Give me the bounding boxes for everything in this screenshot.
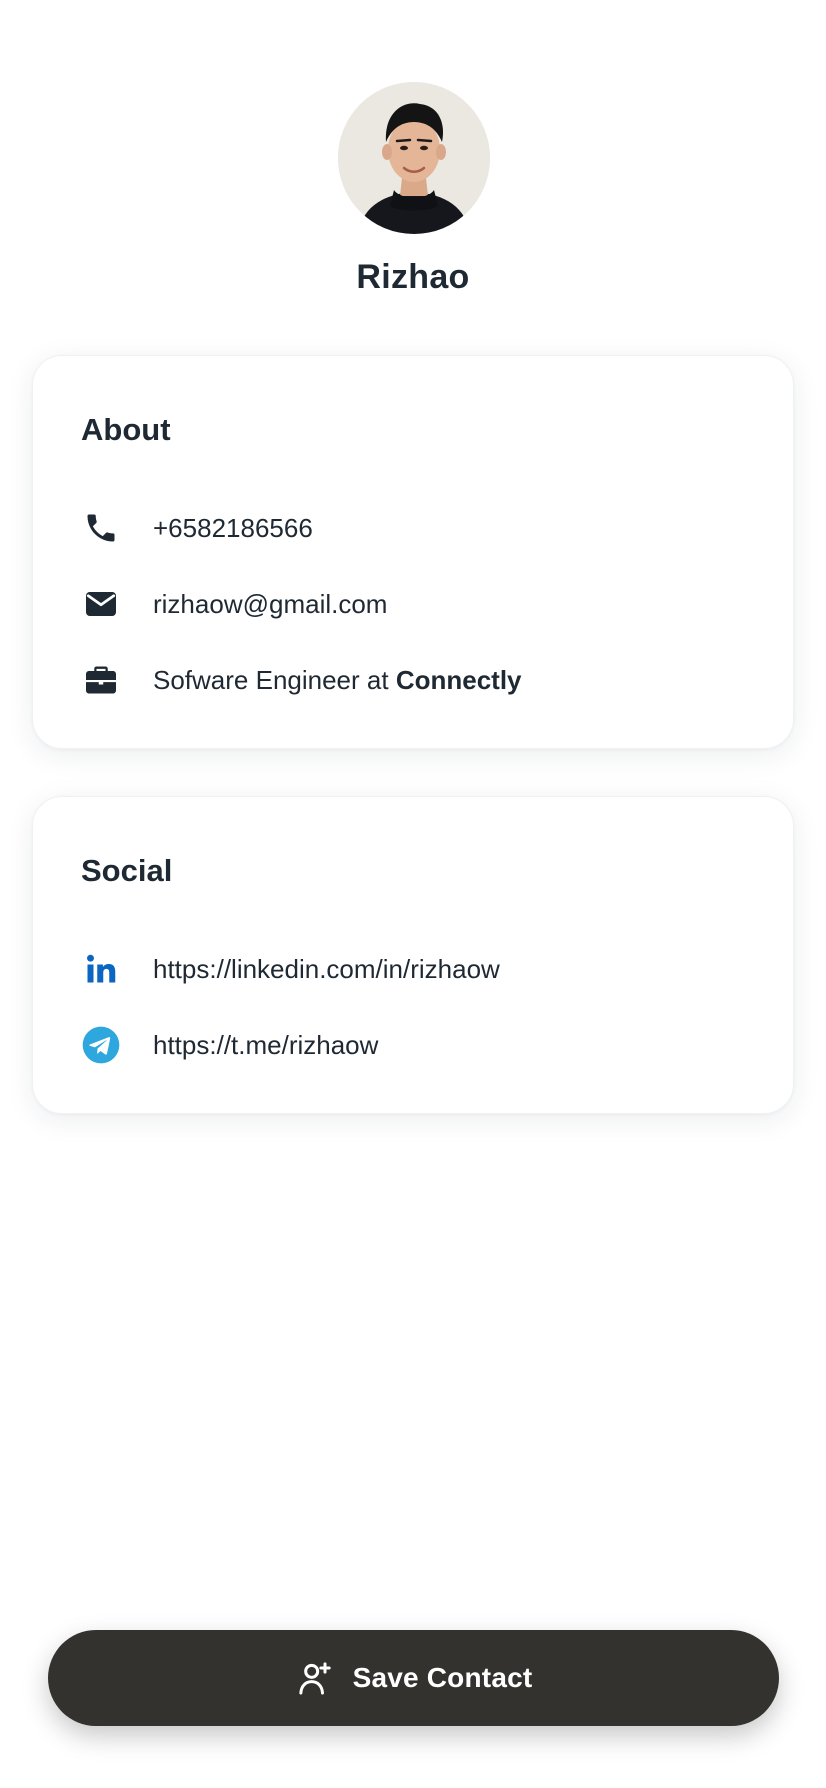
email-address: rizhaow@gmail.com [153,588,388,619]
envelope-icon [81,584,121,624]
about-title: About [81,412,171,447]
social-title: Social [81,853,173,888]
save-contact-label: Save Contact [352,1662,533,1693]
telegram-link[interactable]: https://t.me/rizhaow [153,1030,378,1061]
phone-number: +6582186566 [153,512,313,543]
avatar [338,82,490,234]
profile-photo [338,82,490,234]
profile-name: Rizhao [356,258,470,296]
briefcase-icon [81,660,121,700]
job-row: Sofware Engineer at Connectly [81,658,522,702]
job-role: Sofware Engineer at [153,664,396,695]
phone-row[interactable]: +6582186566 [81,506,313,550]
social-card: Social https://linkedin.com/in/rizhaow h… [32,796,794,1114]
linkedin-row[interactable]: https://linkedin.com/in/rizhaow [81,947,500,991]
linkedin-link[interactable]: https://linkedin.com/in/rizhaow [153,954,500,985]
job-title: Sofware Engineer at Connectly [153,665,522,696]
linkedin-icon [81,949,121,989]
email-row[interactable]: rizhaow@gmail.com [81,582,387,626]
telegram-icon [81,1025,121,1065]
telegram-row[interactable]: https://t.me/rizhaow [81,1023,378,1067]
add-person-icon [295,1658,335,1698]
about-card: About +6582186566 rizhaow@gmail.com Sofw… [32,355,794,749]
phone-icon [81,508,121,548]
save-contact-button[interactable]: Save Contact [48,1630,779,1726]
company-name: Connectly [395,664,522,695]
contact-card-page: Rizhao About +6582186566 rizhaow@gmail.c… [0,0,826,1788]
